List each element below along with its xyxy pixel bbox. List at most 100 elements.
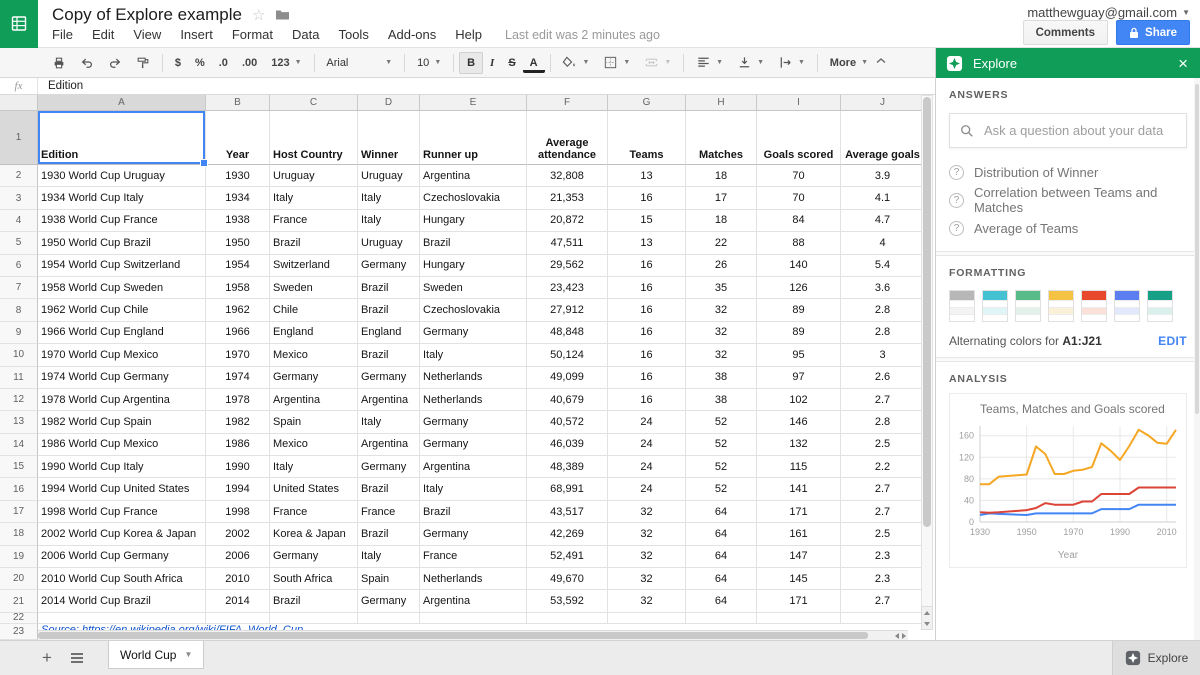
- cell[interactable]: 3.6: [841, 277, 925, 299]
- cell[interactable]: Uruguay: [358, 165, 420, 187]
- cell[interactable]: 32: [608, 546, 686, 568]
- color-swatch-green[interactable]: [1015, 290, 1041, 322]
- cell[interactable]: Czechoslovakia: [420, 299, 527, 321]
- cell[interactable]: 48,389: [527, 456, 608, 478]
- cell[interactable]: 1958 World Cup Sweden: [38, 277, 206, 299]
- cell[interactable]: Argentina: [420, 456, 527, 478]
- menu-item-file[interactable]: File: [52, 27, 73, 42]
- menu-item-insert[interactable]: Insert: [180, 27, 213, 42]
- vertical-align-button[interactable]: ▼: [730, 52, 771, 74]
- cell[interactable]: 1982 World Cup Spain: [38, 411, 206, 433]
- cell[interactable]: [686, 613, 757, 624]
- column-header-J[interactable]: J: [841, 95, 925, 111]
- cell[interactable]: 52: [686, 411, 757, 433]
- cell[interactable]: 24: [608, 434, 686, 456]
- cell[interactable]: 146: [757, 411, 841, 433]
- cell[interactable]: 2002: [206, 523, 270, 545]
- cell[interactable]: 147: [757, 546, 841, 568]
- cell[interactable]: 1962 World Cup Chile: [38, 299, 206, 321]
- cell[interactable]: 29,562: [527, 255, 608, 277]
- vertical-scroll-arrows[interactable]: [921, 606, 933, 630]
- cell[interactable]: 40,572: [527, 411, 608, 433]
- cell[interactable]: Brazil: [420, 232, 527, 254]
- folder-icon[interactable]: [275, 8, 290, 21]
- cell[interactable]: Brazil: [358, 523, 420, 545]
- text-wrap-button[interactable]: ▼: [771, 52, 812, 74]
- cell[interactable]: 32: [608, 523, 686, 545]
- cell[interactable]: 1974: [206, 367, 270, 389]
- formula-input[interactable]: Edition: [38, 80, 83, 92]
- cell[interactable]: United States: [270, 478, 358, 500]
- cell[interactable]: 16: [608, 322, 686, 344]
- cell[interactable]: 1930 World Cup Uruguay: [38, 165, 206, 187]
- cell[interactable]: [608, 613, 686, 624]
- cell[interactable]: Spain: [358, 568, 420, 590]
- cell[interactable]: 49,670: [527, 568, 608, 590]
- cell[interactable]: 52: [686, 478, 757, 500]
- add-sheet-button[interactable]: +: [32, 641, 62, 675]
- cell[interactable]: Matches: [686, 111, 757, 165]
- cell[interactable]: 22: [686, 232, 757, 254]
- cell[interactable]: Argentina: [420, 165, 527, 187]
- cell[interactable]: Italy: [358, 546, 420, 568]
- vertical-scrollbar-thumb[interactable]: [923, 97, 931, 527]
- cell[interactable]: Italy: [270, 187, 358, 209]
- cell[interactable]: 97: [757, 367, 841, 389]
- cell[interactable]: 126: [757, 277, 841, 299]
- cell[interactable]: 1970 World Cup Mexico: [38, 344, 206, 366]
- cell[interactable]: 89: [757, 299, 841, 321]
- menu-item-edit[interactable]: Edit: [92, 27, 114, 42]
- cell[interactable]: 16: [608, 344, 686, 366]
- cell[interactable]: 26: [686, 255, 757, 277]
- cell[interactable]: 84: [757, 210, 841, 232]
- color-swatch-red-orange[interactable]: [1081, 290, 1107, 322]
- explore-toggle-button[interactable]: Explore: [1112, 641, 1200, 675]
- cell[interactable]: 13: [608, 165, 686, 187]
- cell[interactable]: 17: [686, 187, 757, 209]
- cell[interactable]: 145: [757, 568, 841, 590]
- cell[interactable]: 1950: [206, 232, 270, 254]
- row-header-19[interactable]: 19: [0, 546, 38, 568]
- horizontal-scrollbar-thumb[interactable]: [38, 632, 868, 639]
- cell[interactable]: 40,679: [527, 389, 608, 411]
- cell[interactable]: 2.2: [841, 456, 925, 478]
- cell[interactable]: Brazil: [358, 344, 420, 366]
- cell[interactable]: 1966: [206, 322, 270, 344]
- cell[interactable]: 15: [608, 210, 686, 232]
- cell[interactable]: 42,269: [527, 523, 608, 545]
- cell[interactable]: [206, 613, 270, 624]
- cell[interactable]: 1978 World Cup Argentina: [38, 389, 206, 411]
- cell[interactable]: Chile: [270, 299, 358, 321]
- cell[interactable]: England: [270, 322, 358, 344]
- cell[interactable]: 1930: [206, 165, 270, 187]
- cell[interactable]: 68,991: [527, 478, 608, 500]
- cell[interactable]: Argentina: [270, 389, 358, 411]
- cell[interactable]: 88: [757, 232, 841, 254]
- cell[interactable]: [270, 613, 358, 624]
- cell[interactable]: 32: [686, 299, 757, 321]
- cell[interactable]: Sweden: [270, 277, 358, 299]
- panel-scrollbar-thumb[interactable]: [1195, 84, 1199, 414]
- row-header-2[interactable]: 2: [0, 165, 38, 187]
- cell[interactable]: 64: [686, 501, 757, 523]
- row-header-3[interactable]: 3: [0, 187, 38, 209]
- cell[interactable]: Average goals: [841, 111, 925, 165]
- cell[interactable]: 24: [608, 411, 686, 433]
- cell[interactable]: Italy: [358, 187, 420, 209]
- cell[interactable]: Hungary: [420, 210, 527, 232]
- row-header-6[interactable]: 6: [0, 255, 38, 277]
- row-header-5[interactable]: 5: [0, 232, 38, 254]
- menu-item-help[interactable]: Help: [455, 27, 482, 42]
- horizontal-scrollbar[interactable]: [38, 630, 908, 640]
- color-swatch-yellow[interactable]: [1048, 290, 1074, 322]
- cell[interactable]: England: [358, 322, 420, 344]
- cell[interactable]: Korea & Japan: [270, 523, 358, 545]
- cell[interactable]: 23,423: [527, 277, 608, 299]
- cell[interactable]: 89: [757, 322, 841, 344]
- cell[interactable]: 2.7: [841, 389, 925, 411]
- document-title[interactable]: Copy of Explore example: [52, 5, 242, 25]
- close-icon[interactable]: ×: [1176, 55, 1190, 72]
- cell[interactable]: 38: [686, 389, 757, 411]
- cell[interactable]: Brazil: [270, 232, 358, 254]
- cell[interactable]: 1994 World Cup United States: [38, 478, 206, 500]
